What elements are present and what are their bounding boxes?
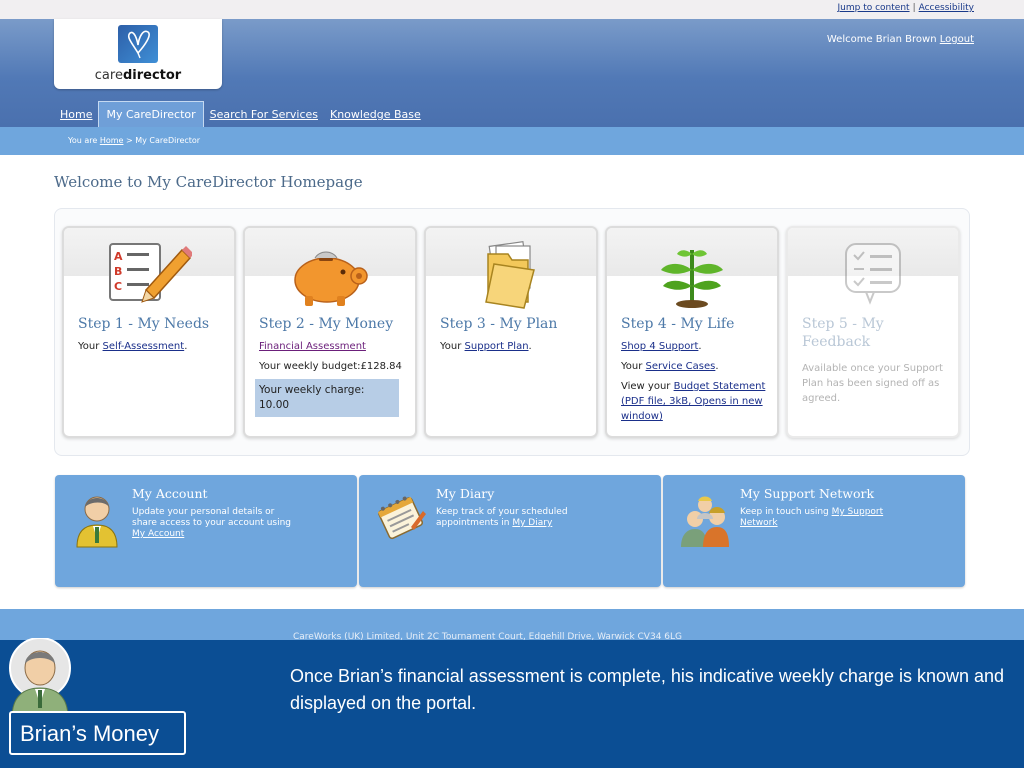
tile-text: Keep in touch using My Support Network [740,507,910,529]
tile-title: My Support Network [740,486,875,501]
step-card-my-money: Step 2 - My Money Financial Assessment Y… [243,226,417,438]
tile-text: Keep track of your scheduled appointment… [436,507,606,529]
step-title: Step 5 - My Feedback [802,316,884,350]
separator: | [912,3,916,13]
main-nav: Home My CareDirector Search For Services… [54,100,427,127]
tile-my-account[interactable]: My Account Update your personal details … [55,475,357,587]
nav-search-for-services[interactable]: Search For Services [204,108,324,127]
step-card-my-plan: Step 3 - My Plan Your Support Plan. [424,226,598,438]
step-text: View your [621,381,671,392]
step-title: Step 3 - My Plan [440,316,558,332]
step-text-end: . [698,341,702,352]
svg-text:B: B [114,265,122,278]
step-title: Step 2 - My Money [259,316,394,332]
tile-my-diary[interactable]: My Diary Keep track of your scheduled ap… [359,475,661,587]
tile-title: My Diary [436,486,495,501]
nav-home[interactable]: Home [54,108,98,127]
user-avatar-icon [71,489,123,549]
tile-my-support-network[interactable]: My Support Network Keep in touch using M… [663,475,965,587]
self-assessment-link[interactable]: Self-Assessment [103,341,185,352]
my-diary-link[interactable]: My Diary [512,518,552,528]
people-group-icon [679,489,731,549]
persona-avatar-icon [8,637,72,719]
utility-links: Jump to content | Accessibility [838,3,975,13]
piggy-bank-icon [287,240,373,312]
step-title: Step 4 - My Life [621,316,735,332]
folder-icon [468,240,554,312]
step-card-my-feedback: Step 5 - My Feedback Available once your… [786,226,960,438]
diary-notepad-icon [375,489,427,549]
financial-assessment-link[interactable]: Financial Assessment [259,339,409,354]
service-cases-link[interactable]: Service Cases [646,361,716,372]
caption-text: Once Brian’s financial assessment is com… [290,666,1005,713]
logo-text: caredirector [54,68,222,83]
logo[interactable]: caredirector [54,19,222,89]
step-text: Your [440,341,462,352]
logo-text-light: care [94,68,123,83]
my-account-link[interactable]: My Account [132,529,184,539]
site-header: caredirector Welcome Brian Brown Logout … [0,19,1024,127]
breadcrumb-current: > My CareDirector [123,136,201,145]
step-body: Available once your Support Plan has bee… [802,363,943,404]
svg-text:A: A [114,250,123,263]
breadcrumb: You are Home > My CareDirector [68,136,200,145]
step-text: Your [621,361,643,372]
svg-text:C: C [114,280,122,293]
weekly-budget: Your weekly budget:£128.84 [259,361,402,372]
step-body: Your Self-Assessment. [78,339,228,354]
step-text-end: . [184,341,188,352]
tile-title: My Account [132,486,208,501]
logout-link[interactable]: Logout [940,34,974,45]
feedback-checklist-icon [830,240,916,312]
breadcrumb-prefix: You are [68,136,98,145]
support-plan-link[interactable]: Support Plan [465,341,529,352]
persona-label: Brian’s Money [9,711,186,755]
step-text-end: . [715,361,719,372]
checklist-pencil-icon: A B C [106,240,194,312]
plant-icon [649,240,735,312]
logo-text-bold: director [122,68,182,83]
nav-my-caredirector[interactable]: My CareDirector [98,101,204,127]
breadcrumb-bar: You are Home > My CareDirector [0,127,1024,155]
tile-text: Update your personal details or share ac… [132,507,302,540]
nav-knowledge-base[interactable]: Knowledge Base [324,108,427,127]
utility-bar: Jump to content | Accessibility [0,0,1024,19]
page-title: Welcome to My CareDirector Homepage [54,173,363,191]
shop-4-support-link[interactable]: Shop 4 Support [621,341,698,352]
welcome-text: Welcome Brian Brown [826,34,937,45]
breadcrumb-home-link[interactable]: Home [100,136,124,145]
tile-description: Keep in touch using [740,507,829,517]
footer: CareWorks (UK) Limited, Unit 2C Tourname… [0,609,1024,642]
tile-description: Update your personal details or share ac… [132,507,292,528]
welcome-area: Welcome Brian Brown Logout [827,34,974,45]
step-title: Step 1 - My Needs [78,316,210,332]
accessibility-link[interactable]: Accessibility [919,3,974,13]
butterfly-logo-icon [118,25,158,63]
step-body: Your Support Plan. [440,339,590,354]
step-card-my-needs: A B C Step 1 - My Needs Your Self-Assess… [62,226,236,438]
step-body: Shop 4 Support. Your Service Cases. View… [621,339,771,429]
step-text-end: . [528,341,532,352]
step-body: Financial Assessment Your weekly budget:… [255,339,409,417]
weekly-charge: Your weekly charge: 10.00 [255,379,399,417]
step-text: Your [78,341,100,352]
step-card-my-life: Step 4 - My Life Shop 4 Support. Your Se… [605,226,779,438]
jump-to-content-link[interactable]: Jump to content [838,3,910,13]
